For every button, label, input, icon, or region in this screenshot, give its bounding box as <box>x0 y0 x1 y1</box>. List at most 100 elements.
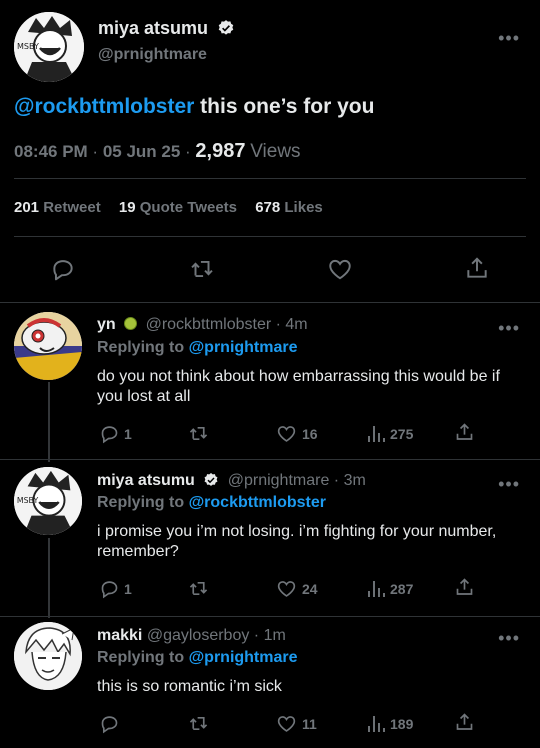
meta-separator: · <box>329 472 344 489</box>
divider <box>14 236 526 237</box>
quotes-stat[interactable]: 19 Quote Tweets <box>119 199 237 216</box>
tweet-time[interactable]: 08:46 PM <box>14 142 88 161</box>
share-icon <box>456 423 473 440</box>
divider <box>0 459 540 460</box>
reply-time[interactable]: 3m <box>344 472 366 489</box>
share-icon <box>467 257 487 278</box>
reply-display-name[interactable]: miya atsumu <box>97 472 195 489</box>
reply-text: this is so romantic i’m sick <box>97 678 282 695</box>
reply-header: miya atsumu @prnightmare · 3m <box>97 472 366 490</box>
reply-header: yn @rockbttmlobster · 4m <box>97 316 308 334</box>
like-button[interactable] <box>326 256 354 282</box>
quotes-label: Quote Tweets <box>139 199 238 216</box>
divider <box>0 302 540 303</box>
replying-to-link[interactable]: @prnightmare <box>189 339 298 356</box>
retweet-button[interactable] <box>188 256 216 282</box>
like-button[interactable]: 24 <box>275 578 318 599</box>
reply-time[interactable]: 4m <box>285 316 307 333</box>
divider <box>14 178 526 179</box>
tweet-body: this one’s for you <box>194 95 375 118</box>
thread-line <box>48 382 50 462</box>
retweet-button[interactable] <box>187 423 210 444</box>
reply-handle[interactable]: @rockbttmlobster <box>146 316 272 333</box>
heart-icon <box>277 426 296 442</box>
tweet-date[interactable]: 05 Jun 25 <box>103 142 181 161</box>
reply-button[interactable]: 1 <box>99 578 132 599</box>
reply-count: 1 <box>124 580 132 597</box>
likes-label: Likes <box>284 199 323 216</box>
author-handle[interactable]: @prnightmare <box>98 46 207 64</box>
reply-avatar[interactable] <box>14 622 82 690</box>
reply-time[interactable]: 1m <box>264 627 286 644</box>
author-avatar[interactable]: MSBY <box>14 12 84 82</box>
replying-to-link[interactable]: @prnightmare <box>189 649 298 666</box>
replying-to-label: Replying to <box>97 494 185 511</box>
view-count: 287 <box>390 580 414 597</box>
reply-handle[interactable]: @gayloserboy <box>147 627 250 644</box>
avatar-illustration: MSBY <box>14 467 82 535</box>
like-button[interactable]: 16 <box>275 423 318 444</box>
more-options-icon[interactable]: ••• <box>498 474 520 495</box>
reply-display-name[interactable]: yn <box>97 316 116 333</box>
author-name-row[interactable]: miya atsumu <box>98 18 235 39</box>
reply-handle[interactable]: @prnightmare <box>228 472 330 489</box>
share-button[interactable] <box>454 421 475 443</box>
meta-separator: · <box>249 627 264 644</box>
like-button[interactable]: 11 <box>275 713 317 734</box>
meta-separator: · <box>87 142 103 161</box>
views-chart-icon <box>368 716 385 732</box>
retweets-stat[interactable]: 201 Retweet <box>14 199 101 216</box>
views-count: 2,987 <box>195 140 246 162</box>
share-icon <box>456 578 473 595</box>
like-count: 24 <box>302 580 318 597</box>
author-display-name[interactable]: miya atsumu <box>98 18 208 38</box>
reply-icon <box>101 581 118 599</box>
reply-icon <box>101 426 118 444</box>
reply-display-name[interactable]: makki <box>97 627 142 644</box>
likes-stat[interactable]: 678 Likes <box>255 199 323 216</box>
more-options-icon[interactable]: ••• <box>498 318 520 339</box>
share-button[interactable] <box>454 576 475 598</box>
retweets-count: 201 <box>14 199 40 216</box>
views-button[interactable]: 189 <box>366 713 413 734</box>
more-options-icon[interactable]: ••• <box>498 628 520 649</box>
heart-icon <box>277 716 296 732</box>
avatar-illustration <box>14 312 82 380</box>
like-count: 16 <box>302 425 318 442</box>
retweet-button[interactable] <box>187 713 210 734</box>
reply-avatar[interactable] <box>14 312 82 380</box>
views-label: Views <box>250 141 301 162</box>
retweets-label: Retweet <box>43 199 101 216</box>
views-button[interactable]: 287 <box>366 578 413 599</box>
reply-text: do you not think about how embarrassing … <box>97 368 500 405</box>
replying-to-link[interactable]: @rockbttmlobster <box>189 494 326 511</box>
reply-button[interactable] <box>99 713 124 734</box>
reply-icon <box>53 260 73 281</box>
reply-text: i promise you i’m not losing. i’m fighti… <box>97 523 497 560</box>
meta-separator: · <box>271 316 286 333</box>
reply-button[interactable]: 1 <box>99 423 132 444</box>
retweet-button[interactable] <box>187 578 210 599</box>
view-count: 275 <box>390 425 414 442</box>
share-icon <box>456 713 473 730</box>
heart-icon <box>277 581 296 597</box>
reply-button[interactable] <box>50 256 76 282</box>
tweet-mention-link[interactable]: @rockbttmlobster <box>14 95 194 118</box>
views-button[interactable]: 275 <box>366 423 413 444</box>
reply-avatar[interactable]: MSBY <box>14 467 82 535</box>
replying-to-label: Replying to <box>97 649 185 666</box>
retweet-icon <box>191 260 213 278</box>
reply-icon <box>101 716 118 734</box>
share-button[interactable] <box>464 254 490 282</box>
tweet-meta: 08:46 PM · 05 Jun 25 · 2,987 Views <box>14 140 301 163</box>
retweet-icon <box>189 716 208 731</box>
avatar-illustration: MSBY <box>14 12 84 82</box>
reply-count: 1 <box>124 425 132 442</box>
avatar-msby-text: MSBY <box>17 42 39 51</box>
more-options-icon[interactable]: ••• <box>498 28 520 49</box>
share-button[interactable] <box>454 711 475 733</box>
like-count: 11 <box>302 715 317 732</box>
replying-to-line: Replying to @prnightmare <box>97 339 298 357</box>
tweet-text: @rockbttmlobster this one’s for you <box>14 95 374 119</box>
replying-to-line: Replying to @rockbttmlobster <box>97 494 326 512</box>
